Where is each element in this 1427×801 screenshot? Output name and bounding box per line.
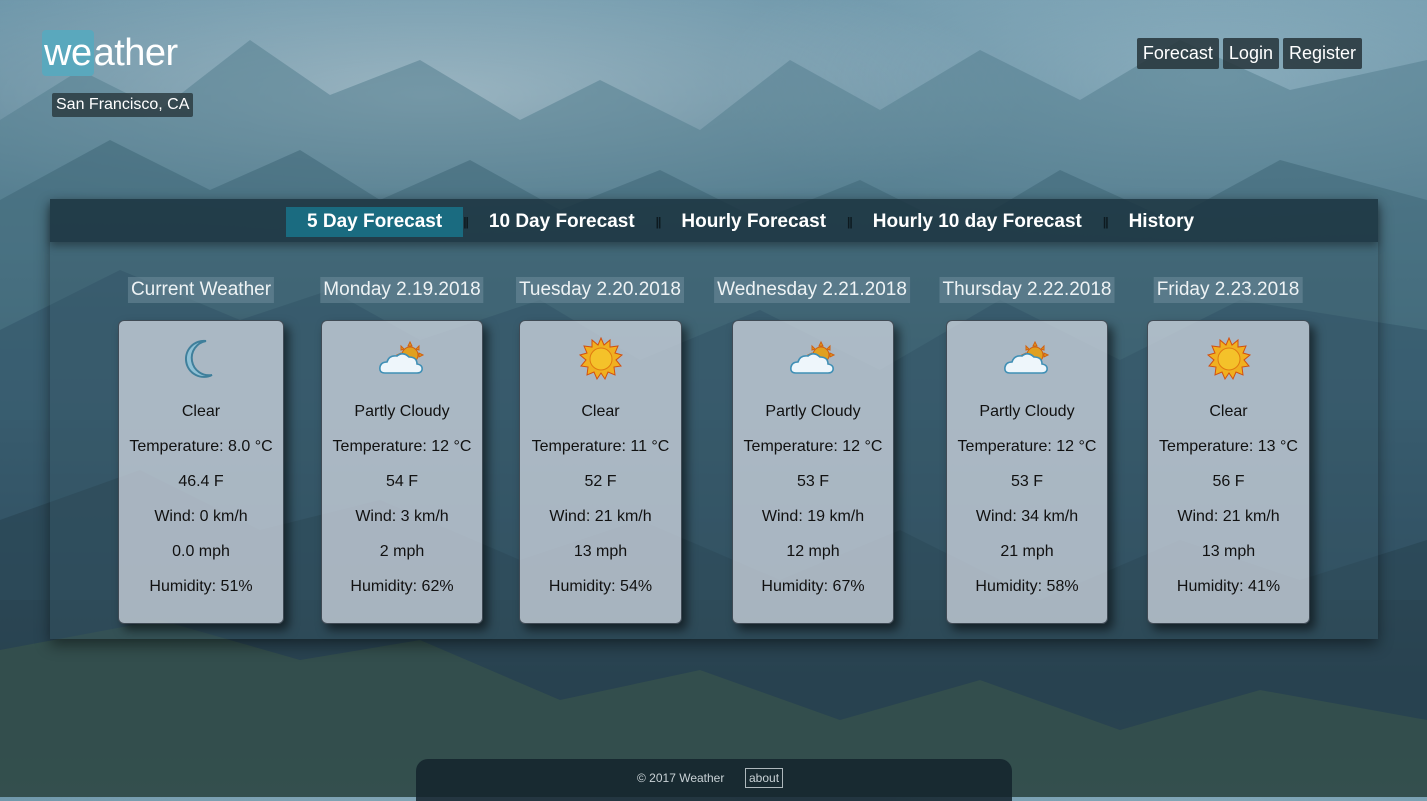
condition-label: Clear (581, 403, 620, 420)
partly-cloudy-icon (379, 340, 425, 374)
condition-label: Partly Cloudy (979, 403, 1075, 420)
logo[interactable]: weather (42, 30, 178, 76)
humidity: Humidity: 41% (1176, 578, 1281, 595)
copyright-text: © 2017 Weather (637, 771, 725, 785)
temperature-fahrenheit: 56 F (1212, 473, 1245, 490)
tab-10-day-forecast[interactable]: 10 Day Forecast (468, 207, 656, 237)
moon-icon (185, 339, 213, 378)
wind-kmh: Wind: 34 km/h (975, 508, 1079, 525)
wind-mph: 13 mph (573, 543, 628, 560)
wind-mph: 2 mph (379, 543, 425, 560)
day-title-monday: Monday 2.19.2018 (320, 277, 484, 303)
wind-kmh: Wind: 21 km/h (549, 508, 652, 525)
temperature-celsius: Temperature: 12 °C (332, 438, 472, 455)
temperature-celsius: Temperature: 12 °C (957, 438, 1097, 455)
day-title-friday: Friday 2.23.2018 (1153, 277, 1303, 303)
condition-label: Partly Cloudy (765, 403, 861, 420)
weather-card-tuesday: Clear Temperature: 11 °C 52 F Wind: 21 k… (519, 320, 682, 624)
temperature-celsius: Temperature: 11 °C (531, 438, 670, 455)
temperature-celsius: Temperature: 13 °C (1159, 438, 1298, 455)
wind-mph: 12 mph (786, 543, 840, 560)
weather-card-wednesday: Partly Cloudy Temperature: 12 °C 53 F Wi… (732, 320, 894, 624)
tab-history[interactable]: History (1108, 207, 1215, 237)
temperature-fahrenheit: 53 F (796, 473, 829, 490)
condition-label: Clear (181, 403, 221, 420)
footer: © 2017 Weather about (416, 759, 1012, 801)
humidity: Humidity: 62% (350, 578, 454, 595)
about-link[interactable]: about (745, 768, 784, 788)
tab-5-day-forecast[interactable]: 5 Day Forecast (286, 207, 464, 237)
humidity: Humidity: 58% (975, 578, 1079, 595)
condition-label: Partly Cloudy (354, 403, 450, 420)
wind-mph: 0.0 mph (172, 543, 230, 560)
tab-hourly-forecast[interactable]: Hourly Forecast (660, 207, 847, 237)
wind-kmh: Wind: 19 km/h (761, 508, 865, 525)
wind-mph: 21 mph (1000, 543, 1054, 560)
day-title-current: Current Weather (127, 277, 275, 303)
nav-forecast-button[interactable]: Forecast (1136, 38, 1219, 69)
humidity: Humidity: 54% (548, 578, 653, 595)
nav-register-button[interactable]: Register (1282, 38, 1362, 69)
temperature-celsius: Temperature: 8.0 °C (129, 438, 273, 455)
wind-kmh: Wind: 0 km/h (154, 508, 248, 525)
humidity: Humidity: 51% (149, 578, 253, 595)
day-title-thursday: Thursday 2.22.2018 (939, 277, 1115, 303)
wind-kmh: Wind: 3 km/h (355, 508, 449, 525)
temperature-fahrenheit: 54 F (385, 473, 418, 490)
weather-card-thursday: Partly Cloudy Temperature: 12 °C 53 F Wi… (946, 320, 1108, 624)
temperature-fahrenheit: 52 F (584, 473, 617, 490)
forecast-tab-bar: 5 Day Forecast || 10 Day Forecast || Hou… (50, 199, 1378, 242)
weather-card-monday: Partly Cloudy Temperature: 12 °C 54 F Wi… (321, 320, 483, 624)
weather-card-friday: Clear Temperature: 13 °C 56 F Wind: 21 k… (1147, 320, 1310, 624)
top-nav: Forecast Login Register (1136, 38, 1362, 69)
wind-mph: 13 mph (1201, 543, 1256, 560)
day-title-tuesday: Tuesday 2.20.2018 (516, 277, 684, 303)
temperature-fahrenheit: 53 F (1010, 473, 1043, 490)
sun-icon (578, 337, 623, 381)
weather-card-current: Clear Temperature: 8.0 °C 46.4 F Wind: 0… (118, 320, 284, 624)
sun-icon (1206, 337, 1251, 381)
logo-highlight: we (42, 30, 94, 76)
partly-cloudy-icon (790, 340, 836, 374)
condition-label: Clear (1209, 403, 1248, 420)
temperature-celsius: Temperature: 12 °C (743, 438, 883, 455)
logo-rest: ather (93, 32, 179, 74)
wind-kmh: Wind: 21 km/h (1177, 508, 1280, 525)
temperature-fahrenheit: 46.4 F (178, 473, 224, 490)
humidity: Humidity: 67% (761, 578, 865, 595)
tab-hourly-10-day-forecast[interactable]: Hourly 10 day Forecast (852, 207, 1103, 237)
day-title-wednesday: Wednesday 2.21.2018 (714, 277, 910, 303)
nav-login-button[interactable]: Login (1222, 38, 1279, 69)
location-label: San Francisco, CA (52, 93, 194, 117)
partly-cloudy-icon (1004, 340, 1050, 374)
